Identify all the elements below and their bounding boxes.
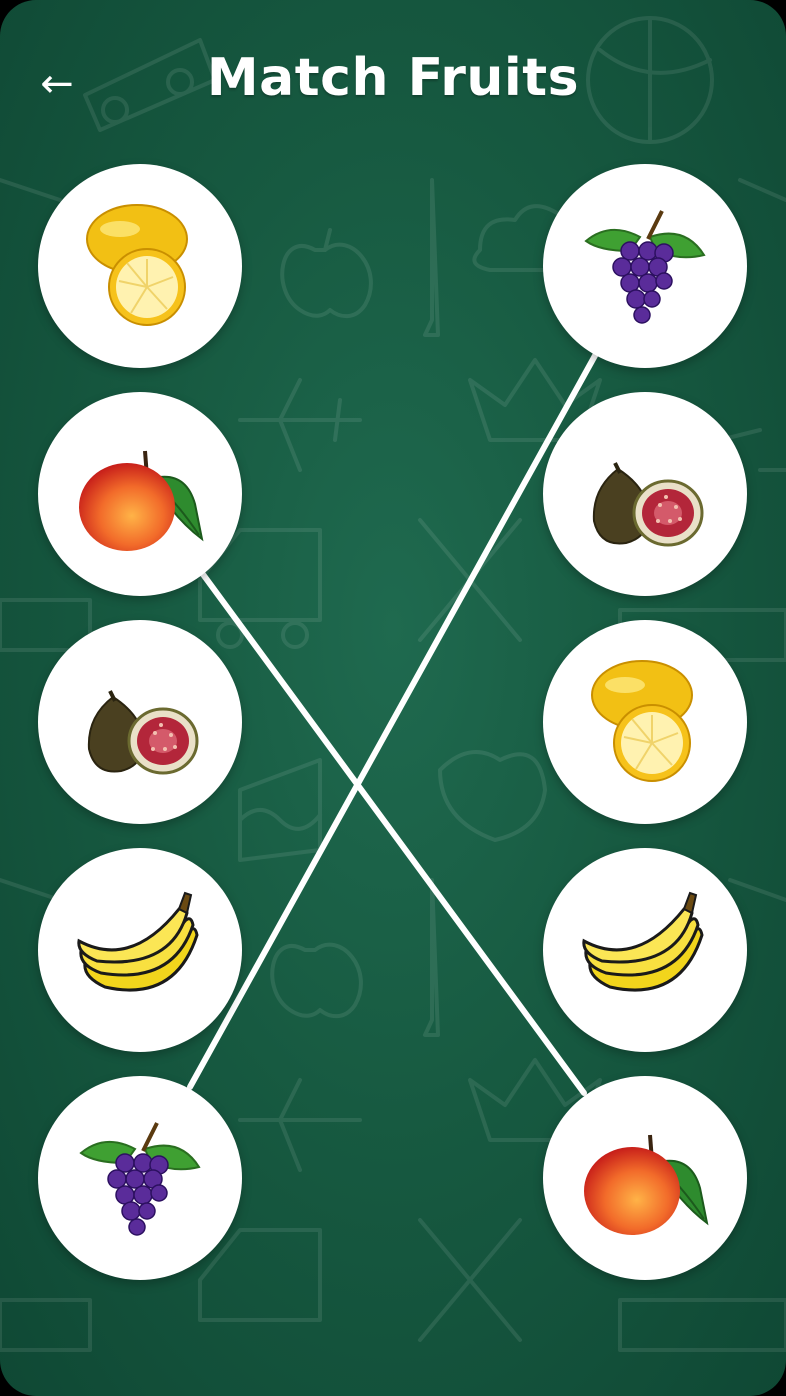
- game-screen: ← Match Fruits: [0, 0, 786, 1396]
- left-card-peach[interactable]: [38, 392, 242, 596]
- match-line-peach: [199, 570, 587, 1096]
- left-card-lemon[interactable]: [38, 164, 242, 368]
- lemon-icon: [86, 204, 188, 326]
- grapes-icon: [79, 1122, 201, 1236]
- peach-icon: [584, 1134, 709, 1235]
- grapes-icon: [584, 210, 706, 324]
- left-card-fig[interactable]: [38, 620, 242, 824]
- fig-icon: [592, 462, 704, 547]
- right-card-peach[interactable]: [543, 1076, 747, 1280]
- lemon-icon: [591, 660, 693, 782]
- peach-icon: [79, 450, 204, 551]
- right-card-banana[interactable]: [543, 848, 747, 1052]
- right-card-grapes[interactable]: [543, 164, 747, 368]
- page-title: Match Fruits: [206, 48, 580, 108]
- banana-icon: [582, 891, 704, 992]
- header: ← Match Fruits: [0, 40, 786, 130]
- right-card-fig[interactable]: [543, 392, 747, 596]
- banana-icon: [77, 891, 199, 992]
- fig-icon: [87, 690, 199, 775]
- match-line-grapes: [187, 349, 600, 1090]
- left-card-banana[interactable]: [38, 848, 242, 1052]
- left-card-grapes[interactable]: [38, 1076, 242, 1280]
- right-card-lemon[interactable]: [543, 620, 747, 824]
